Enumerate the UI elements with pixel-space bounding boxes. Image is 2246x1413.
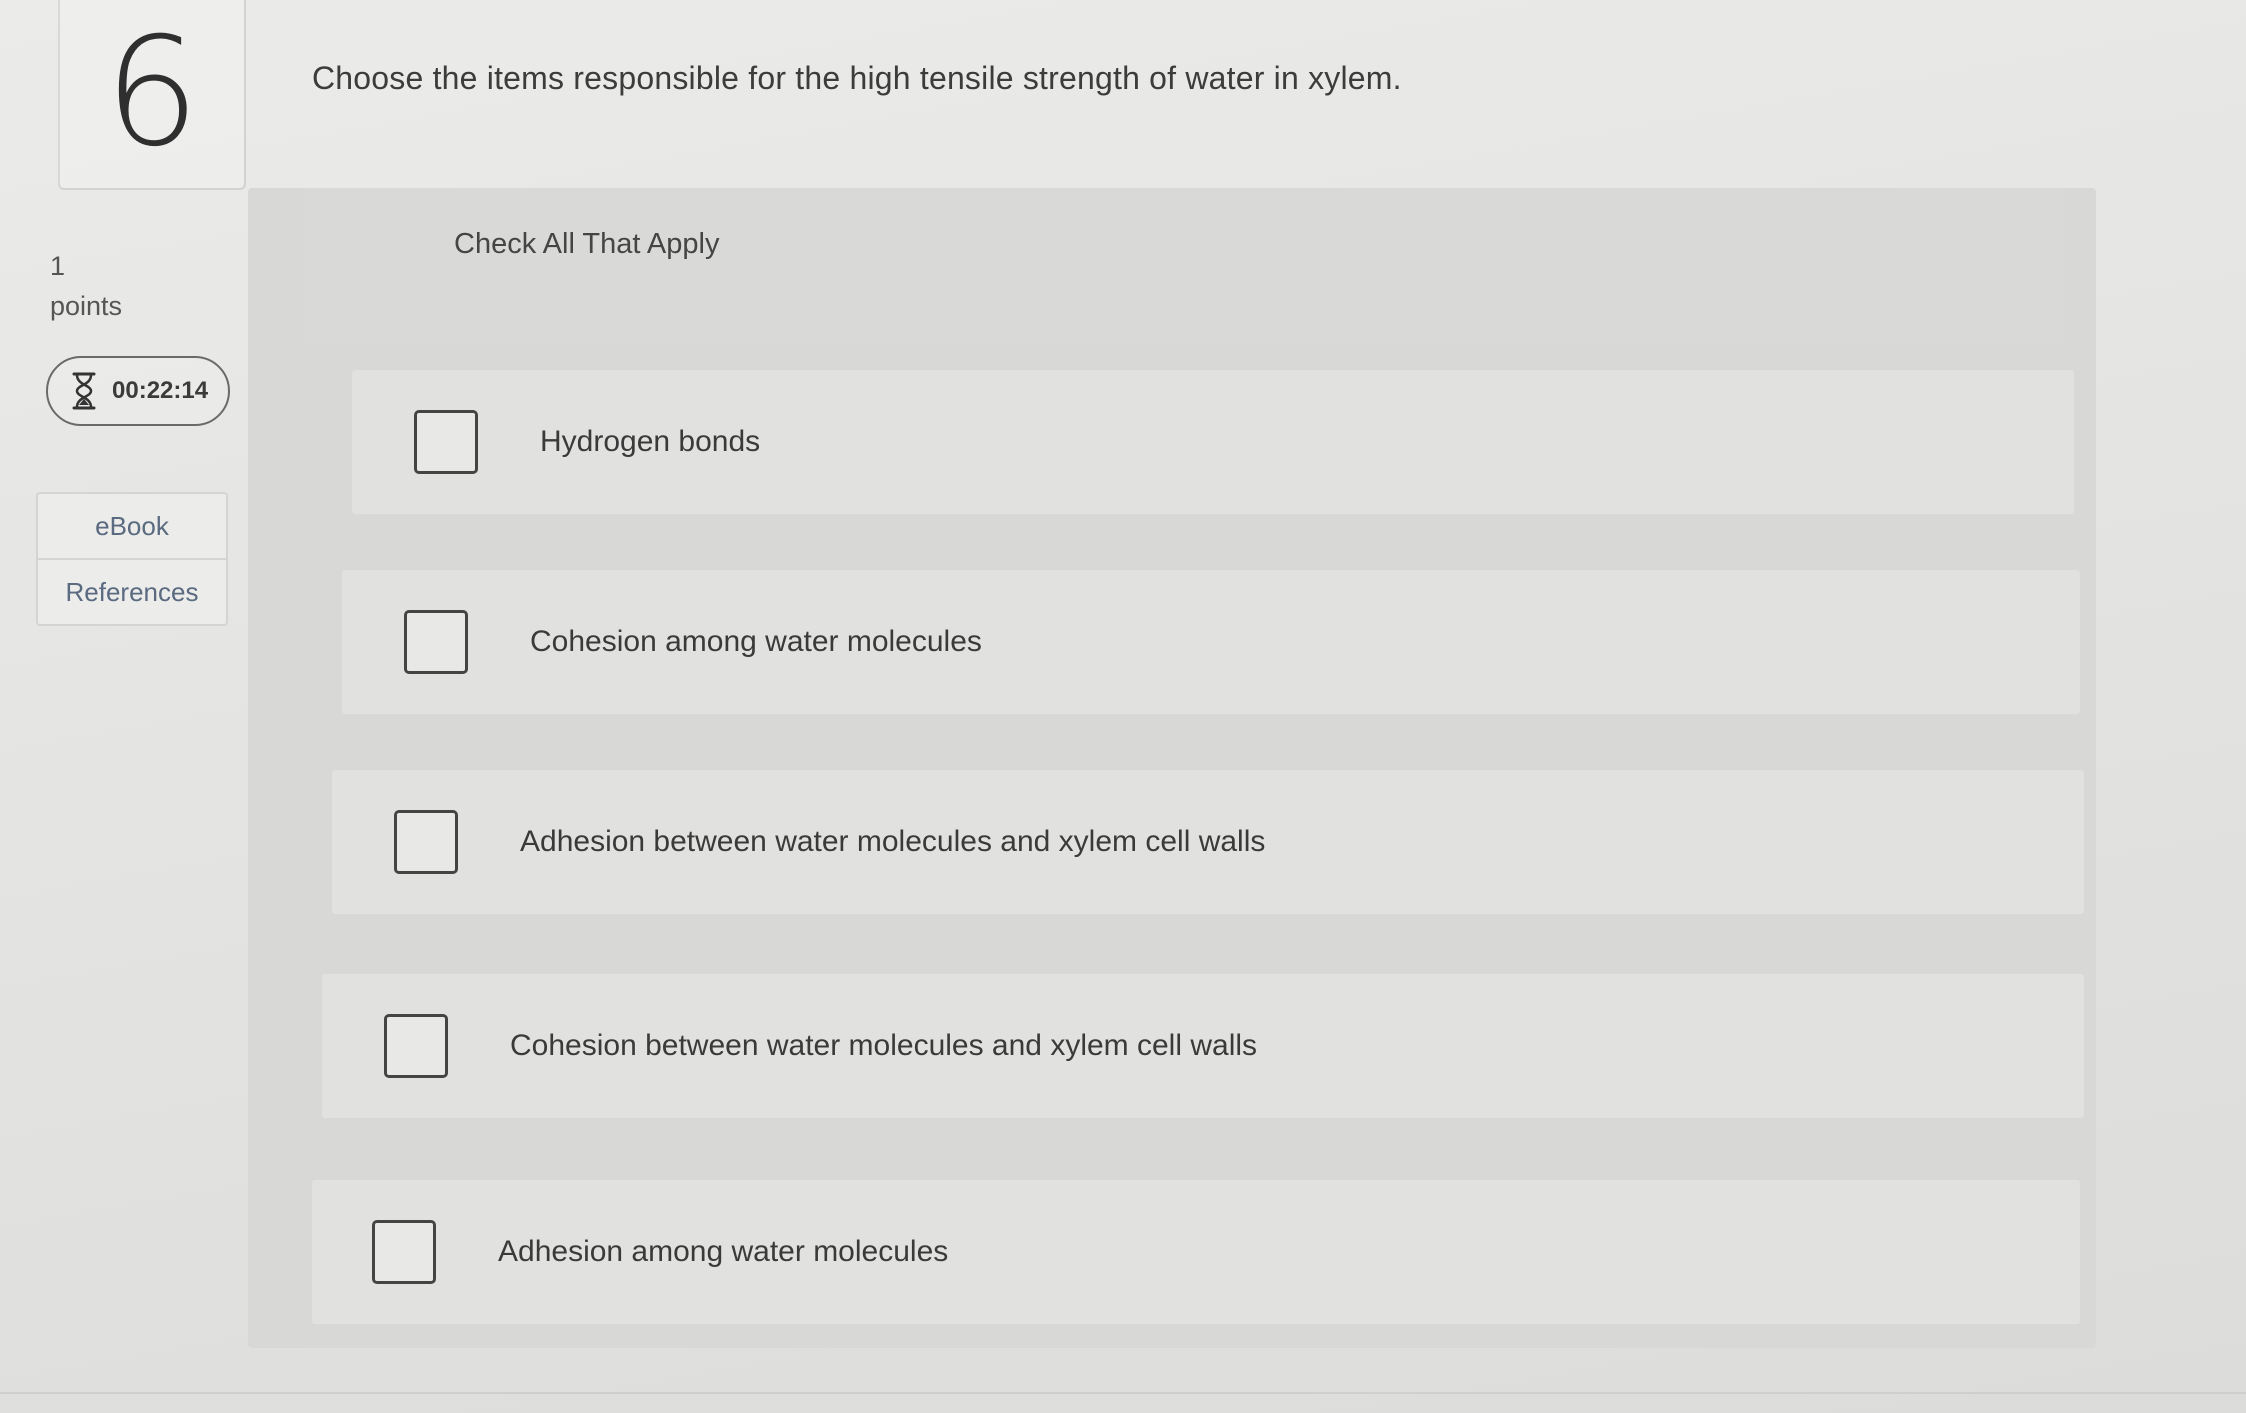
option-label: Hydrogen bonds xyxy=(540,425,761,458)
checkbox[interactable] xyxy=(404,610,468,674)
timer-pill[interactable]: 00:22:14 xyxy=(46,356,230,426)
option-adhesion-water-xylem[interactable]: Adhesion between water molecules and xyl… xyxy=(332,770,2084,914)
option-cohesion-water-xylem[interactable]: Cohesion between water molecules and xyl… xyxy=(322,974,2084,1118)
option-adhesion-among-water[interactable]: Adhesion among water molecules xyxy=(312,1180,2080,1324)
answer-panel: Check All That Apply Hydrogen bonds Cohe… xyxy=(248,188,2096,1348)
ebook-link[interactable]: eBook xyxy=(38,494,226,558)
points-block: 1 points xyxy=(50,246,122,326)
timer-text: 00:22:14 xyxy=(112,377,209,404)
question-prompt: Choose the items responsible for the hig… xyxy=(312,60,1402,96)
checkbox[interactable] xyxy=(372,1220,436,1284)
option-label: Cohesion between water molecules and xyl… xyxy=(510,1029,1258,1062)
answer-panel-header: Check All That Apply xyxy=(304,188,2064,344)
points-value: 1 xyxy=(50,251,66,281)
question-number: 6 xyxy=(104,6,200,180)
option-label: Adhesion among water molecules xyxy=(498,1235,949,1268)
checkbox[interactable] xyxy=(414,410,478,474)
option-label: Cohesion among water molecules xyxy=(530,625,982,658)
hourglass-icon xyxy=(72,372,96,410)
resources-menu: eBook References xyxy=(36,492,228,626)
option-hydrogen-bonds[interactable]: Hydrogen bonds xyxy=(352,370,2074,514)
option-label: Adhesion between water molecules and xyl… xyxy=(520,825,1266,858)
points-label: points xyxy=(50,291,123,321)
checkbox[interactable] xyxy=(384,1014,448,1078)
option-cohesion-among-water[interactable]: Cohesion among water molecules xyxy=(342,570,2080,714)
references-link[interactable]: References xyxy=(38,558,226,624)
answer-panel-title: Check All That Apply xyxy=(454,228,720,260)
checkbox[interactable] xyxy=(394,810,458,874)
bottom-divider xyxy=(0,1392,2246,1394)
question-number-card: 6 xyxy=(58,0,246,190)
